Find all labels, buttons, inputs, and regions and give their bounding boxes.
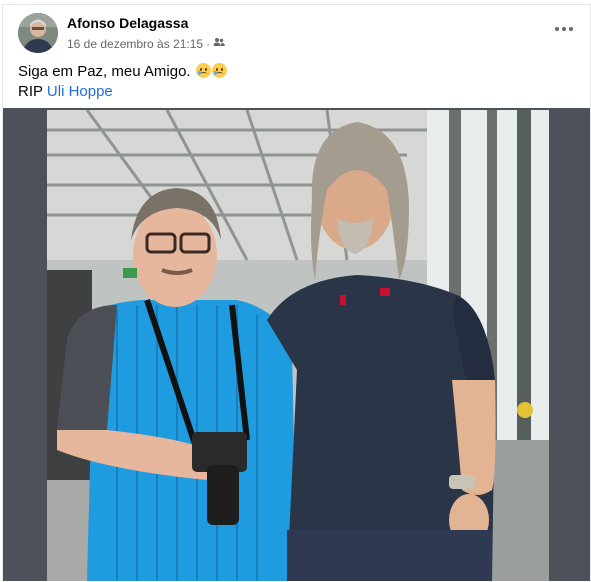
post-message: Siga em Paz, meu Amigo. <box>18 63 191 80</box>
post-photo[interactable] <box>47 110 549 581</box>
post-tag-line: RIP Uli Hoppe <box>18 82 227 102</box>
post-header: Afonso Delagassa 16 de dezembro às 21:15… <box>18 13 578 53</box>
post-message-line: Siga em Paz, meu Amigo. <box>18 62 227 82</box>
tagged-person-link[interactable]: Uli Hoppe <box>47 83 113 100</box>
crying-face-emoji-icon <box>211 63 227 78</box>
rip-text: RIP <box>18 83 43 100</box>
post-date[interactable]: 16 de dezembro às 21:15 <box>67 37 203 51</box>
post-card: Afonso Delagassa 16 de dezembro às 21:15… <box>2 4 591 581</box>
photo-container <box>3 108 590 581</box>
post-meta: 16 de dezembro às 21:15 · <box>67 36 225 51</box>
more-horizontal-icon[interactable] <box>550 15 578 43</box>
post-text: Siga em Paz, meu Amigo. RIP Uli Hoppe <box>18 62 227 102</box>
meta-separator: · <box>206 36 211 51</box>
friends-icon[interactable] <box>213 36 225 51</box>
author-name[interactable]: Afonso Delagassa <box>67 15 188 31</box>
author-avatar[interactable] <box>18 13 58 53</box>
crying-face-emoji-icon <box>195 63 211 78</box>
photo-illustration <box>47 110 549 581</box>
